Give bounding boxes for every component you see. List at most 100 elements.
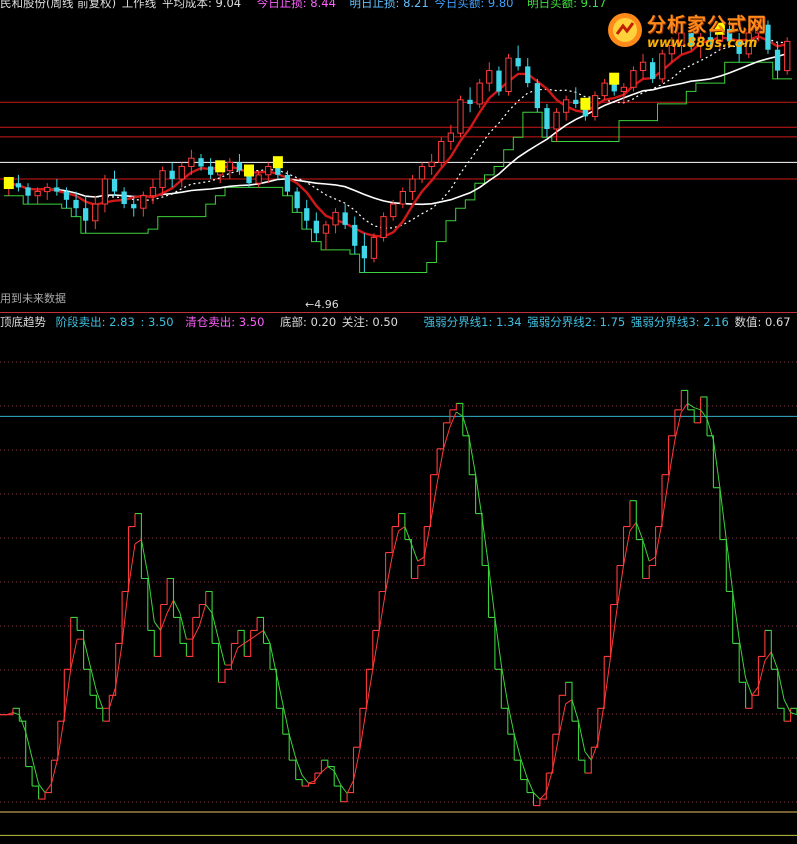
trend-segment (404, 539, 412, 579)
candle-body (563, 99, 570, 113)
trend-smooth-segment (134, 539, 142, 545)
trend-segment (289, 759, 297, 780)
trend-segment (719, 539, 727, 592)
candle-body (496, 70, 502, 92)
candle-body (198, 158, 204, 167)
trend-segment (160, 578, 168, 606)
trend-segment (250, 617, 258, 631)
trend-smooth-segment (500, 664, 509, 704)
candle-body (486, 70, 493, 84)
trend-smooth-segment (783, 699, 792, 713)
trend-segment (218, 669, 226, 683)
trend-segment (642, 565, 650, 580)
candle-body (418, 166, 426, 180)
candle-body (467, 99, 473, 104)
candle-body (534, 83, 540, 109)
trend-segment (572, 720, 580, 761)
trend-segment (314, 760, 322, 774)
trend-smooth-segment (738, 639, 747, 679)
trend-segment (482, 564, 490, 618)
candle-body (25, 187, 31, 196)
trend-segment (366, 630, 374, 670)
trend-segment (398, 513, 406, 540)
candle-body (409, 178, 416, 192)
candle-body (505, 57, 512, 92)
trend-smooth-segment (751, 686, 759, 696)
trend-smooth-segment (31, 757, 40, 785)
trend-segment (212, 642, 220, 683)
trend-smooth-segment (70, 638, 78, 670)
trend-smooth-segment (327, 766, 335, 772)
trend-smooth-segment (777, 669, 785, 700)
trend-smooth-segment (385, 556, 393, 592)
ma-long-line (8, 52, 788, 206)
trend-segment (552, 695, 560, 735)
indicator-pane[interactable] (0, 312, 797, 844)
trend-segment (327, 766, 335, 787)
trend-smooth-segment (494, 617, 502, 666)
trend-segment (340, 792, 348, 803)
trend-segment (180, 642, 187, 657)
candle-body (553, 111, 560, 130)
trend-segment (334, 785, 342, 802)
trend-segment (83, 668, 91, 696)
candle-body (447, 132, 455, 142)
trend-smooth-segment (404, 526, 412, 545)
stage-sell-b: : 3.50 (140, 315, 174, 329)
candle-body (92, 203, 99, 222)
trend-segment (90, 694, 97, 709)
bottom-level: 底部: 0.20 (280, 315, 337, 329)
candle-body (294, 191, 300, 209)
trend-smooth-segment (140, 539, 149, 575)
trend-smooth-segment (218, 638, 226, 666)
trend-segment (636, 539, 644, 579)
trend-segment (584, 747, 592, 774)
trend-segment (617, 526, 625, 567)
trend-smooth-segment (153, 621, 162, 631)
candle-body (73, 199, 79, 209)
trend-segment (604, 604, 612, 657)
trend-smooth-segment (443, 426, 451, 449)
candle-body (188, 157, 195, 167)
trend-segment (456, 402, 464, 436)
trend-segment (488, 616, 496, 670)
trend-smooth-segment (745, 677, 753, 696)
trend-segment (237, 629, 245, 657)
indicator-name: 顶底趋势 (0, 315, 46, 329)
trend-smooth-segment (616, 565, 624, 609)
trend-smooth-segment (282, 703, 290, 735)
trend-segment (276, 707, 284, 735)
trend-segment (257, 616, 265, 644)
stop-loss-stair-line (4, 61, 792, 273)
trend-segment (649, 526, 657, 567)
trend-segment (494, 668, 502, 709)
trend-smooth-segment (719, 487, 727, 540)
trend-segment (244, 630, 252, 657)
candle-body (457, 99, 464, 134)
candle-body (380, 216, 387, 239)
indicator-chart[interactable] (0, 312, 797, 844)
trend-smooth-segment (430, 483, 438, 523)
trend-smooth-segment (584, 751, 592, 761)
trend-smooth-segment (571, 699, 579, 722)
candle-body (63, 191, 70, 200)
trend-segment (629, 500, 637, 540)
candle-body (630, 70, 637, 88)
trend-smooth-segment (346, 780, 354, 794)
trend-segment (186, 617, 194, 657)
trend-smooth-segment (488, 565, 496, 618)
candle-body (352, 224, 358, 246)
trend-smooth-segment (423, 522, 432, 557)
trend-segment (752, 656, 759, 696)
trend-segment (623, 500, 631, 528)
trend-smooth-segment (173, 599, 181, 614)
candle-body (650, 62, 656, 79)
trend-smooth-segment (603, 656, 612, 704)
candle-body (34, 191, 41, 197)
candle-body (428, 161, 435, 168)
trend-segment (449, 403, 457, 411)
candle-body (370, 236, 378, 259)
trend-segment (302, 783, 310, 787)
future-data-note: 用到未来数据 (0, 292, 66, 305)
logo-title: 分析家公式网 (647, 14, 768, 36)
